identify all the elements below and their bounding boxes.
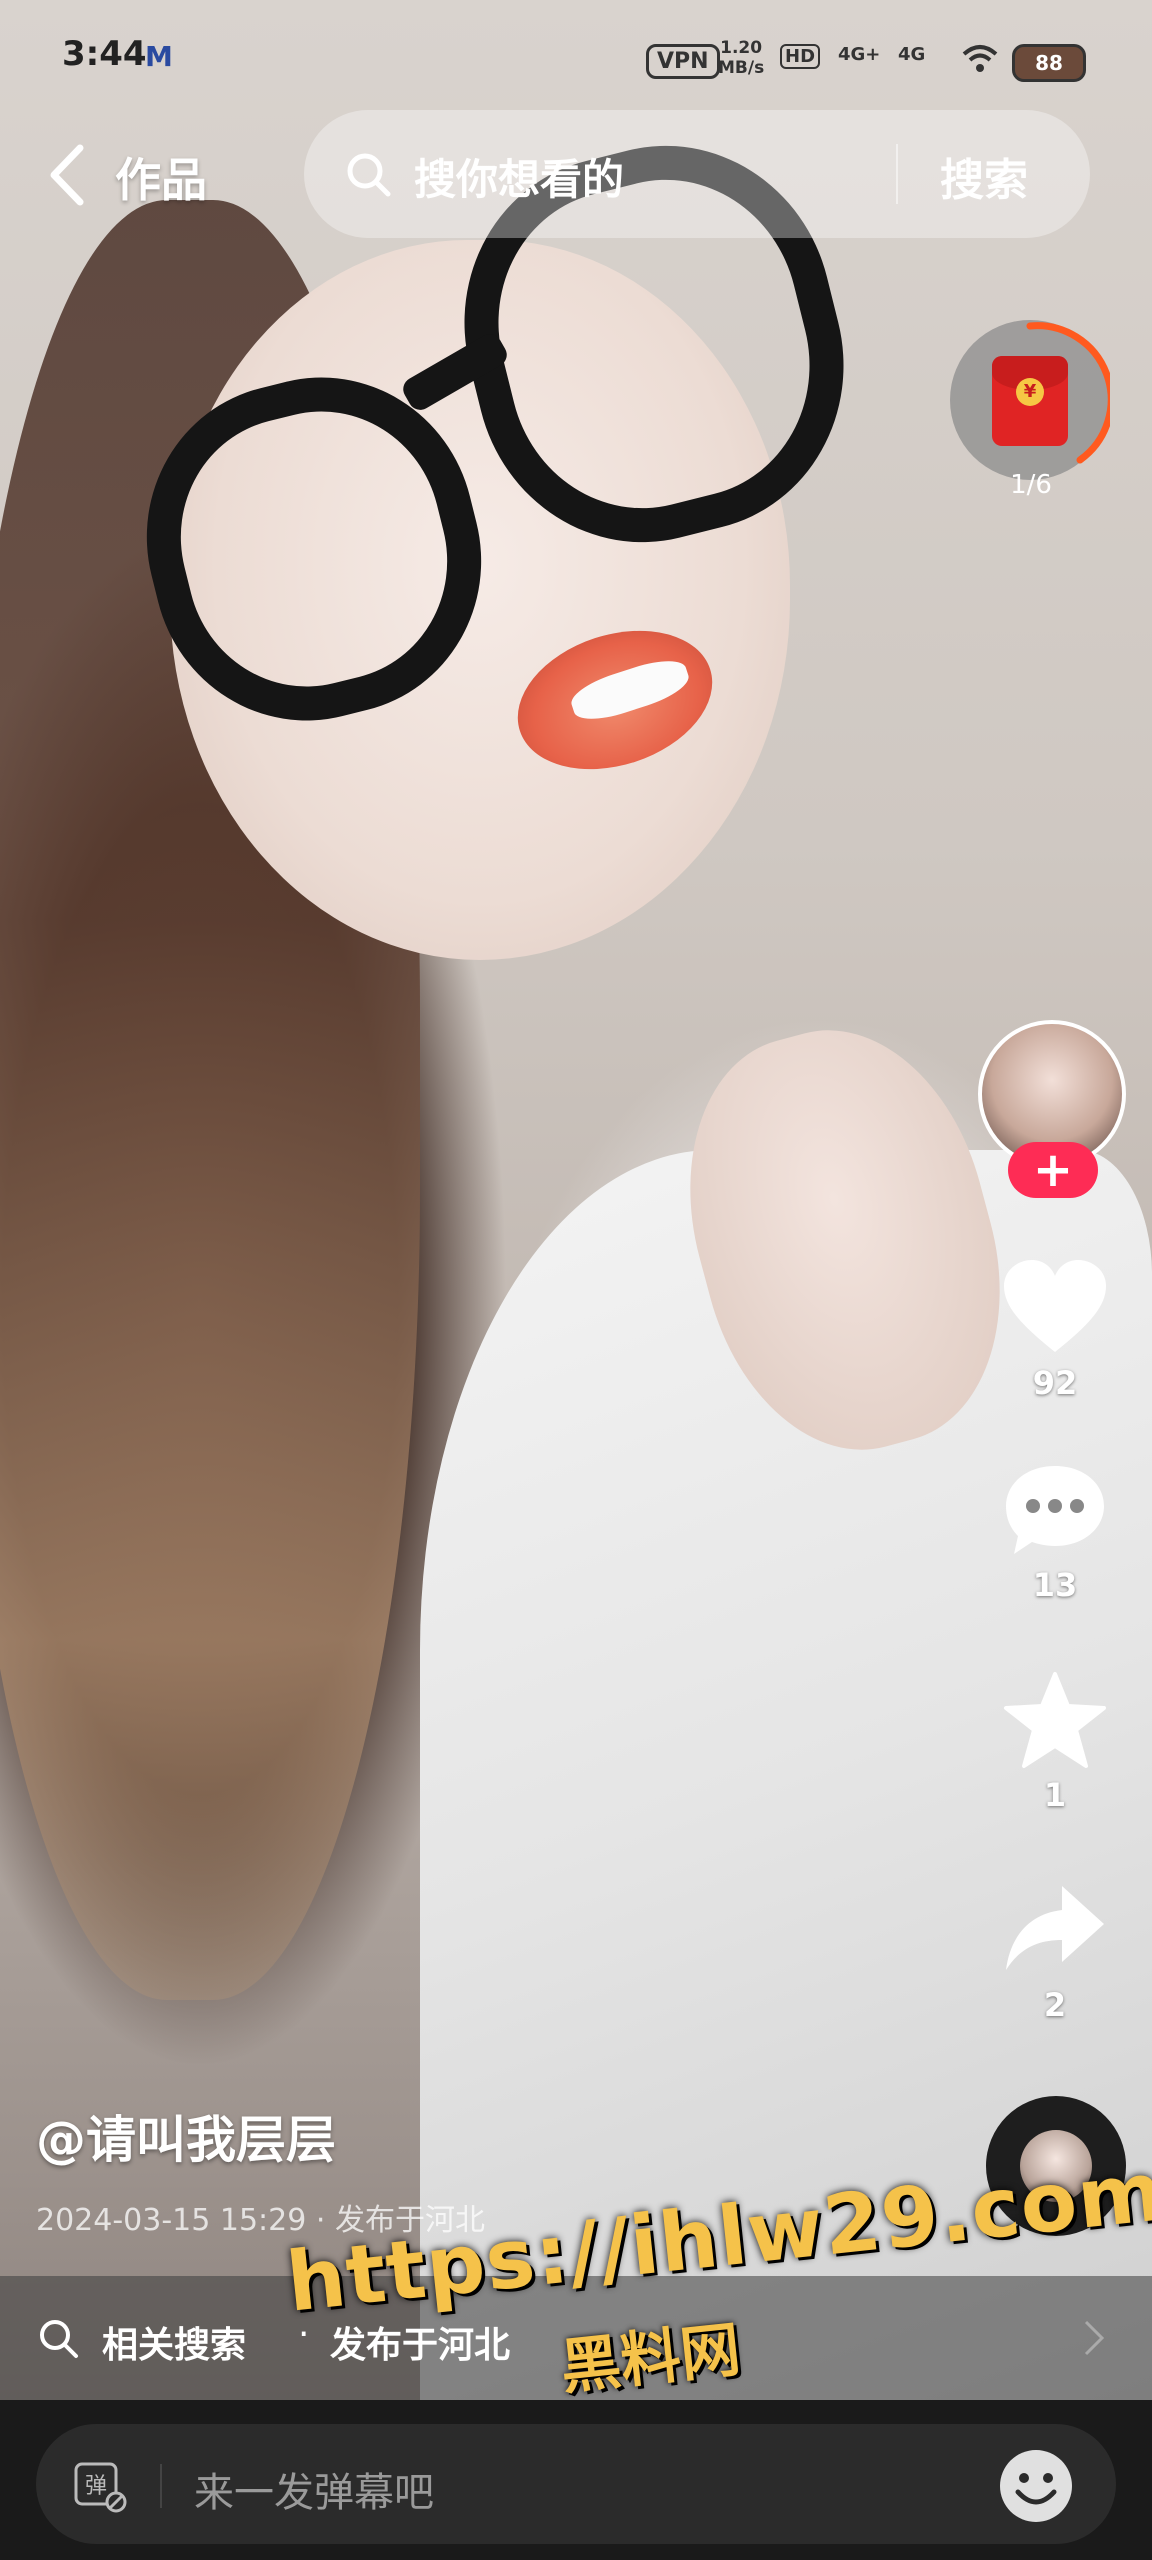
related-search-label: 相关搜索 — [102, 2325, 247, 2366]
danmu-placeholder: 来一发弹幕吧 — [194, 2470, 434, 2516]
signal-4gplus: 4G+ — [838, 44, 881, 65]
comment-button[interactable]: 13 — [970, 1460, 1140, 1604]
back-arrow-icon[interactable] — [40, 140, 100, 210]
page-title: 作品 — [115, 153, 207, 207]
like-count: 92 — [1032, 1364, 1078, 1402]
favorite-count: 1 — [1043, 1776, 1067, 1814]
speed-unit: MB/s — [718, 58, 765, 78]
search-button[interactable]: 搜索 — [940, 144, 1028, 208]
comment-icon — [1006, 1466, 1104, 1554]
speed-value: 1.20 — [720, 38, 763, 58]
chevron-right-icon — [1084, 2320, 1105, 2356]
author-name[interactable]: @请叫我层层 — [36, 2100, 336, 2172]
share-arrow-icon — [1006, 1886, 1104, 1970]
share-button[interactable]: 2 — [970, 1880, 1140, 2024]
search-icon — [40, 2320, 78, 2358]
search-bar[interactable]: 搜你想看的 搜索 — [304, 110, 1090, 238]
emoji-icon[interactable] — [996, 2446, 1076, 2526]
red-envelope-icon: ¥ — [992, 356, 1068, 446]
signal-4g: 4G — [898, 44, 926, 65]
battery-indicator: 88 — [1012, 44, 1086, 82]
status-bar: 3:44 M VPN 1.20 MB/s HD 4G+ 4G 88 — [0, 0, 1152, 120]
bottom-bar: 弹 来一发弹幕吧 — [0, 2400, 1152, 2560]
like-button[interactable]: 92 — [970, 1258, 1140, 1402]
share-count: 2 — [1043, 1986, 1067, 2024]
vpn-badge: VPN — [646, 44, 720, 79]
top-nav: 作品 搜你想看的 搜索 — [0, 110, 1152, 240]
network-speed: 1.20 MB/s — [718, 38, 764, 78]
danmu-toggle-icon[interactable]: 弹 — [72, 2458, 128, 2514]
wifi-icon — [962, 45, 998, 72]
follow-button[interactable]: + — [1008, 1142, 1098, 1198]
red-packet-count: 1/6 — [1010, 470, 1052, 500]
heart-icon — [1004, 1260, 1106, 1352]
favorite-button[interactable]: 1 — [970, 1670, 1140, 1814]
hd-badge: HD — [780, 44, 821, 69]
comment-divider — [160, 2464, 162, 2508]
search-input[interactable]: 搜你想看的 — [414, 146, 624, 207]
red-packet-widget[interactable]: ¥ — [950, 320, 1110, 480]
search-icon — [347, 153, 391, 197]
danmu-input[interactable]: 弹 来一发弹幕吧 — [36, 2424, 1116, 2544]
star-icon — [1004, 1672, 1106, 1768]
app-notification-icon: M — [145, 40, 173, 73]
comment-count: 13 — [1032, 1566, 1078, 1604]
search-divider — [896, 144, 898, 204]
status-time: 3:44 — [62, 34, 147, 74]
svg-text:弹: 弹 — [85, 2474, 107, 2499]
